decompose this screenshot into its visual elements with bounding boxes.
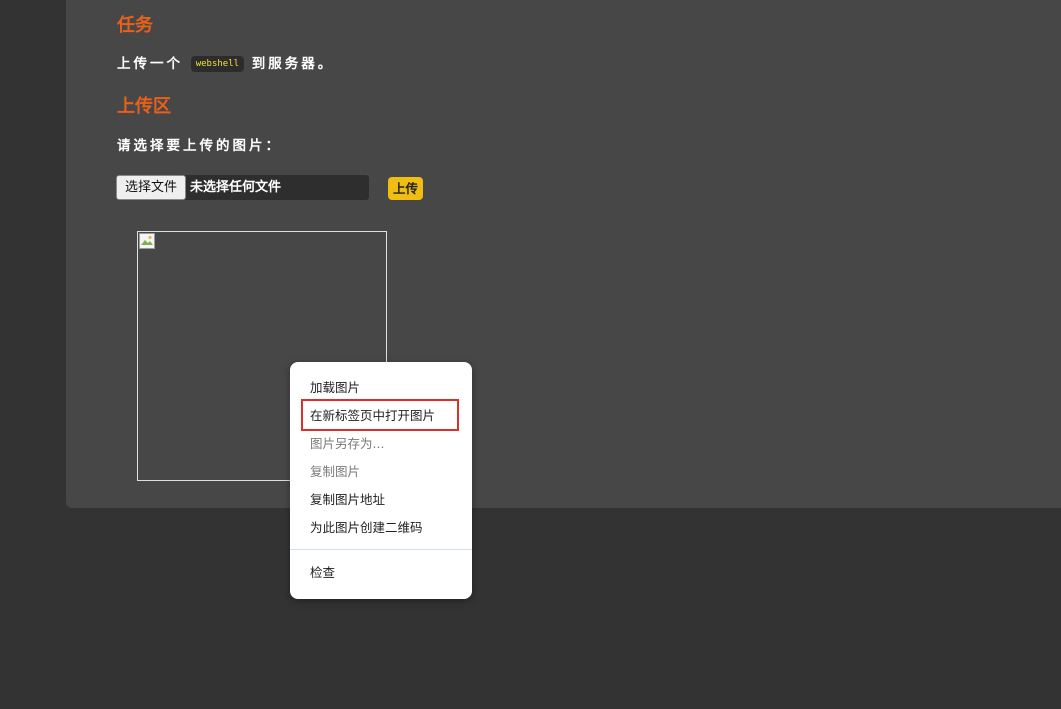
menu-item-inspect[interactable]: 检查 (310, 565, 335, 581)
menu-item-create-qr-code[interactable]: 为此图片创建二维码 (310, 520, 423, 536)
menu-item-save-image-as: 图片另存为... (310, 436, 385, 451)
task-heading: 任务 (117, 15, 153, 36)
menu-item-open-image-new-tab[interactable]: 在新标签页中打开图片 (310, 408, 435, 424)
menu-item-load-image[interactable]: 加载图片 (310, 380, 360, 396)
task-text-after: 到服务器。 (251, 56, 335, 72)
menu-item-copy-image-address[interactable]: 复制图片地址 (310, 492, 385, 508)
menu-item-copy-image: 复制图片 (310, 464, 361, 479)
upload-heading: 上传区 (117, 96, 171, 117)
menu-separator (290, 549, 472, 550)
upload-prompt: 请选择要上传的图片： (117, 138, 282, 154)
no-file-label: 未选择任何文件 (190, 180, 282, 195)
upload-button[interactable]: 上传 (388, 177, 423, 200)
webshell-code: webshell (190, 56, 245, 72)
task-text-before: 上传一个 (117, 56, 183, 72)
task-description: 上传一个 webshell 到服务器。 (117, 52, 334, 72)
choose-file-button[interactable]: 选择文件 (116, 175, 186, 200)
broken-image-icon (139, 233, 155, 249)
context-menu: 加载图片 在新标签页中打开图片 图片另存为... 复制图片 复制图片地址 为此图… (290, 362, 472, 599)
file-input[interactable]: 选择文件 未选择任何文件 (116, 175, 369, 200)
